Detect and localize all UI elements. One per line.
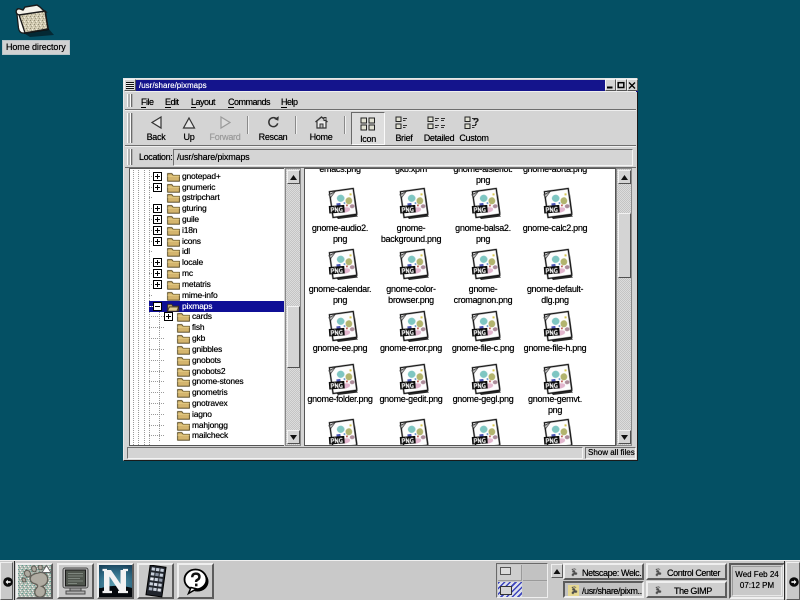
svg-text:?: ? (473, 117, 479, 128)
